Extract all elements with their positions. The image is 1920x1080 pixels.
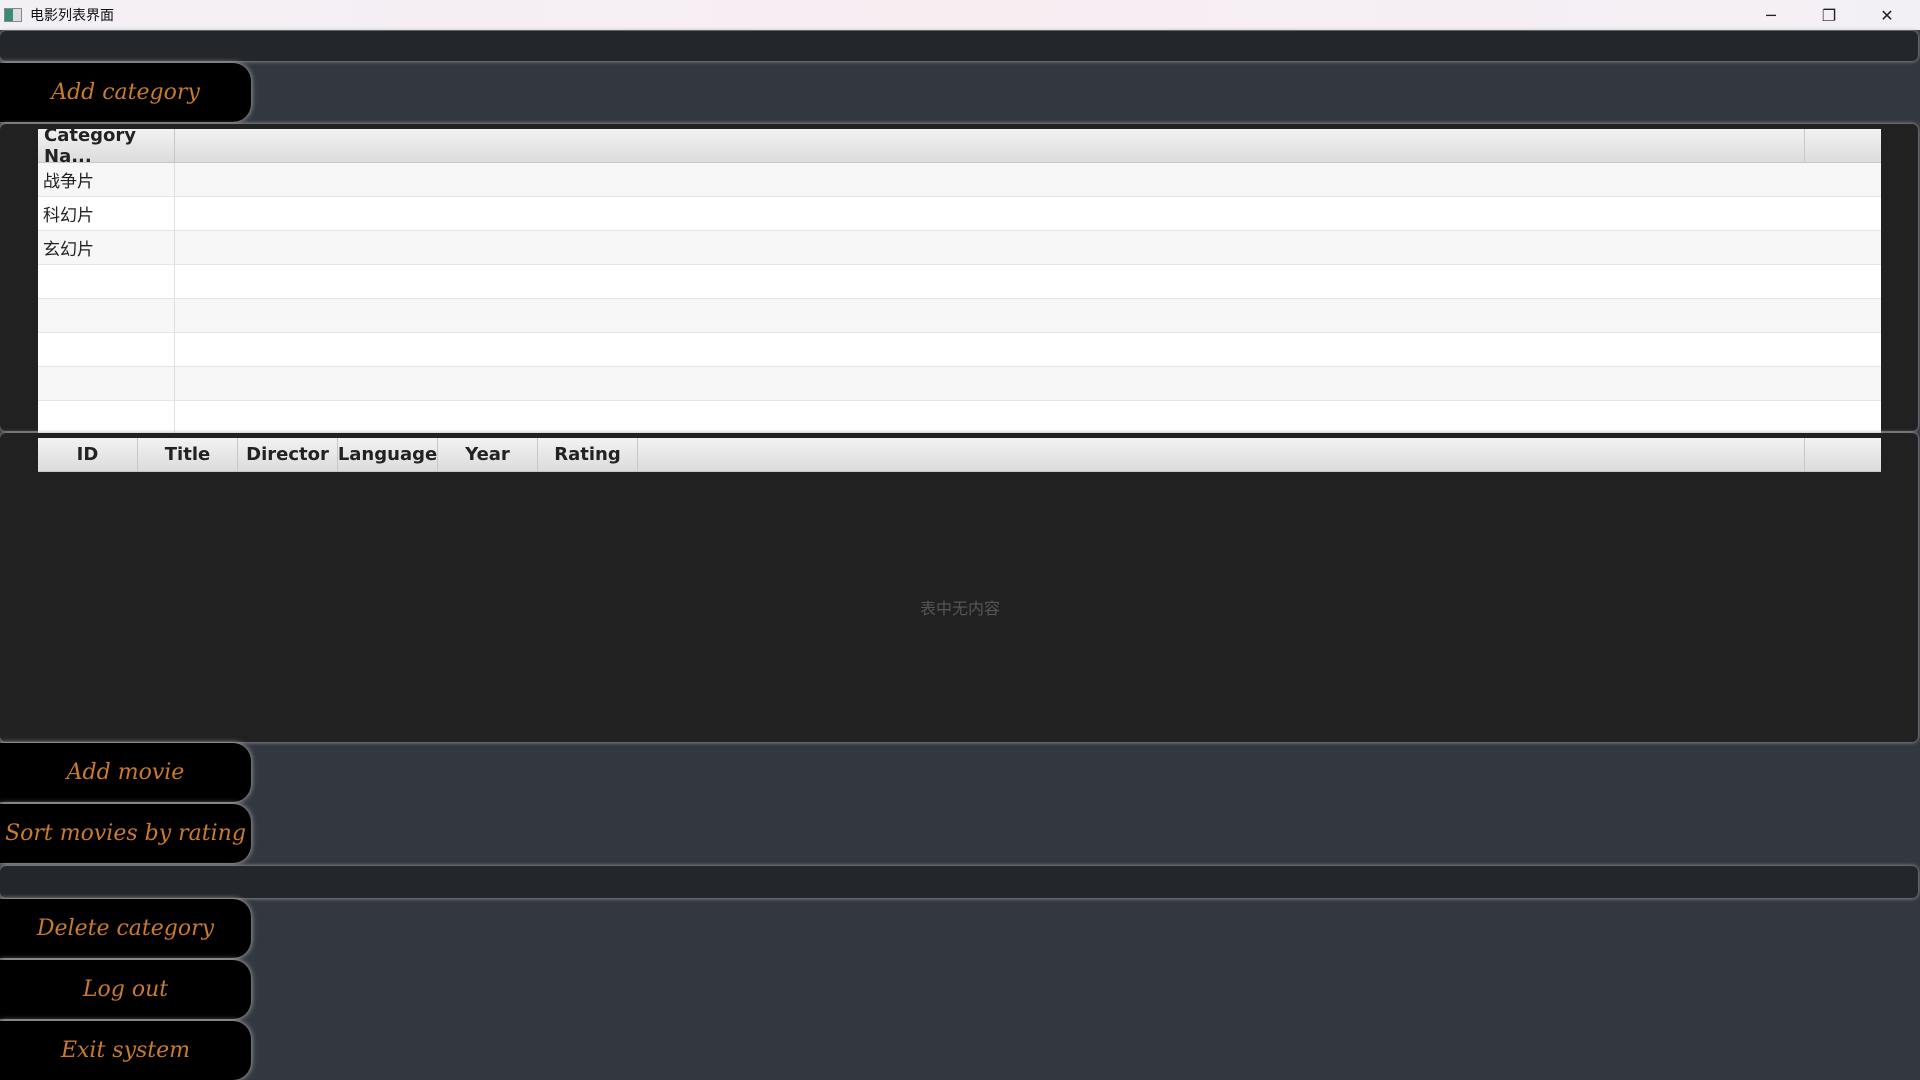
title-bar: 电影列表界面 ─ ❐ ✕ (0, 0, 1920, 30)
column-header-title[interactable]: Title (138, 438, 238, 471)
category-name-cell (38, 299, 175, 332)
divider-bar (0, 866, 1918, 898)
category-name-cell: 科幻片 (38, 197, 175, 230)
table-row[interactable] (38, 367, 1881, 401)
table-row[interactable] (38, 333, 1881, 367)
column-header-language[interactable]: Language (338, 438, 438, 471)
column-header-year[interactable]: Year (438, 438, 538, 471)
close-button[interactable]: ✕ (1858, 0, 1916, 30)
category-table: Category Na... 战争片 科幻片 玄幻片 (38, 125, 1881, 435)
table-row[interactable] (38, 401, 1881, 435)
sort-movies-button[interactable]: Sort movies by rating (0, 804, 251, 863)
table-row[interactable]: 玄幻片 (38, 231, 1881, 265)
app-icon (4, 8, 22, 22)
category-panel: Category Na... 战争片 科幻片 玄幻片 (0, 124, 1918, 435)
add-movie-button[interactable]: Add movie (0, 743, 251, 802)
table-row[interactable]: 科幻片 (38, 197, 1881, 231)
category-name-cell (38, 265, 175, 298)
restore-button[interactable]: ❐ (1800, 0, 1858, 30)
minimize-button[interactable]: ─ (1742, 0, 1800, 30)
category-name-cell (38, 401, 175, 434)
category-name-cell: 战争片 (38, 163, 175, 196)
movie-table: ID Title Director Language Year Rating (38, 438, 1881, 472)
empty-table-placeholder: 表中无内容 (919, 599, 1000, 618)
column-header-category-name[interactable]: Category Na... (38, 125, 175, 167)
window-title: 电影列表界面 (30, 8, 114, 24)
exit-system-button[interactable]: Exit system (0, 1021, 251, 1080)
category-name-cell (38, 367, 175, 400)
column-header-rating[interactable]: Rating (538, 438, 638, 471)
column-header-director[interactable]: Director (238, 438, 338, 471)
category-name-cell (38, 333, 175, 366)
column-header-id[interactable]: ID (38, 438, 138, 471)
table-row[interactable]: 战争片 (38, 163, 1881, 197)
delete-category-button[interactable]: Delete category (0, 899, 251, 958)
movie-panel: ID Title Director Language Year Rating (0, 433, 1918, 742)
table-row[interactable] (38, 265, 1881, 299)
category-name-cell: 玄幻片 (38, 231, 175, 264)
top-toolbar (0, 31, 1918, 61)
log-out-button[interactable]: Log out (0, 960, 251, 1019)
table-row[interactable] (38, 299, 1881, 333)
add-category-button[interactable]: Add category (0, 63, 251, 122)
